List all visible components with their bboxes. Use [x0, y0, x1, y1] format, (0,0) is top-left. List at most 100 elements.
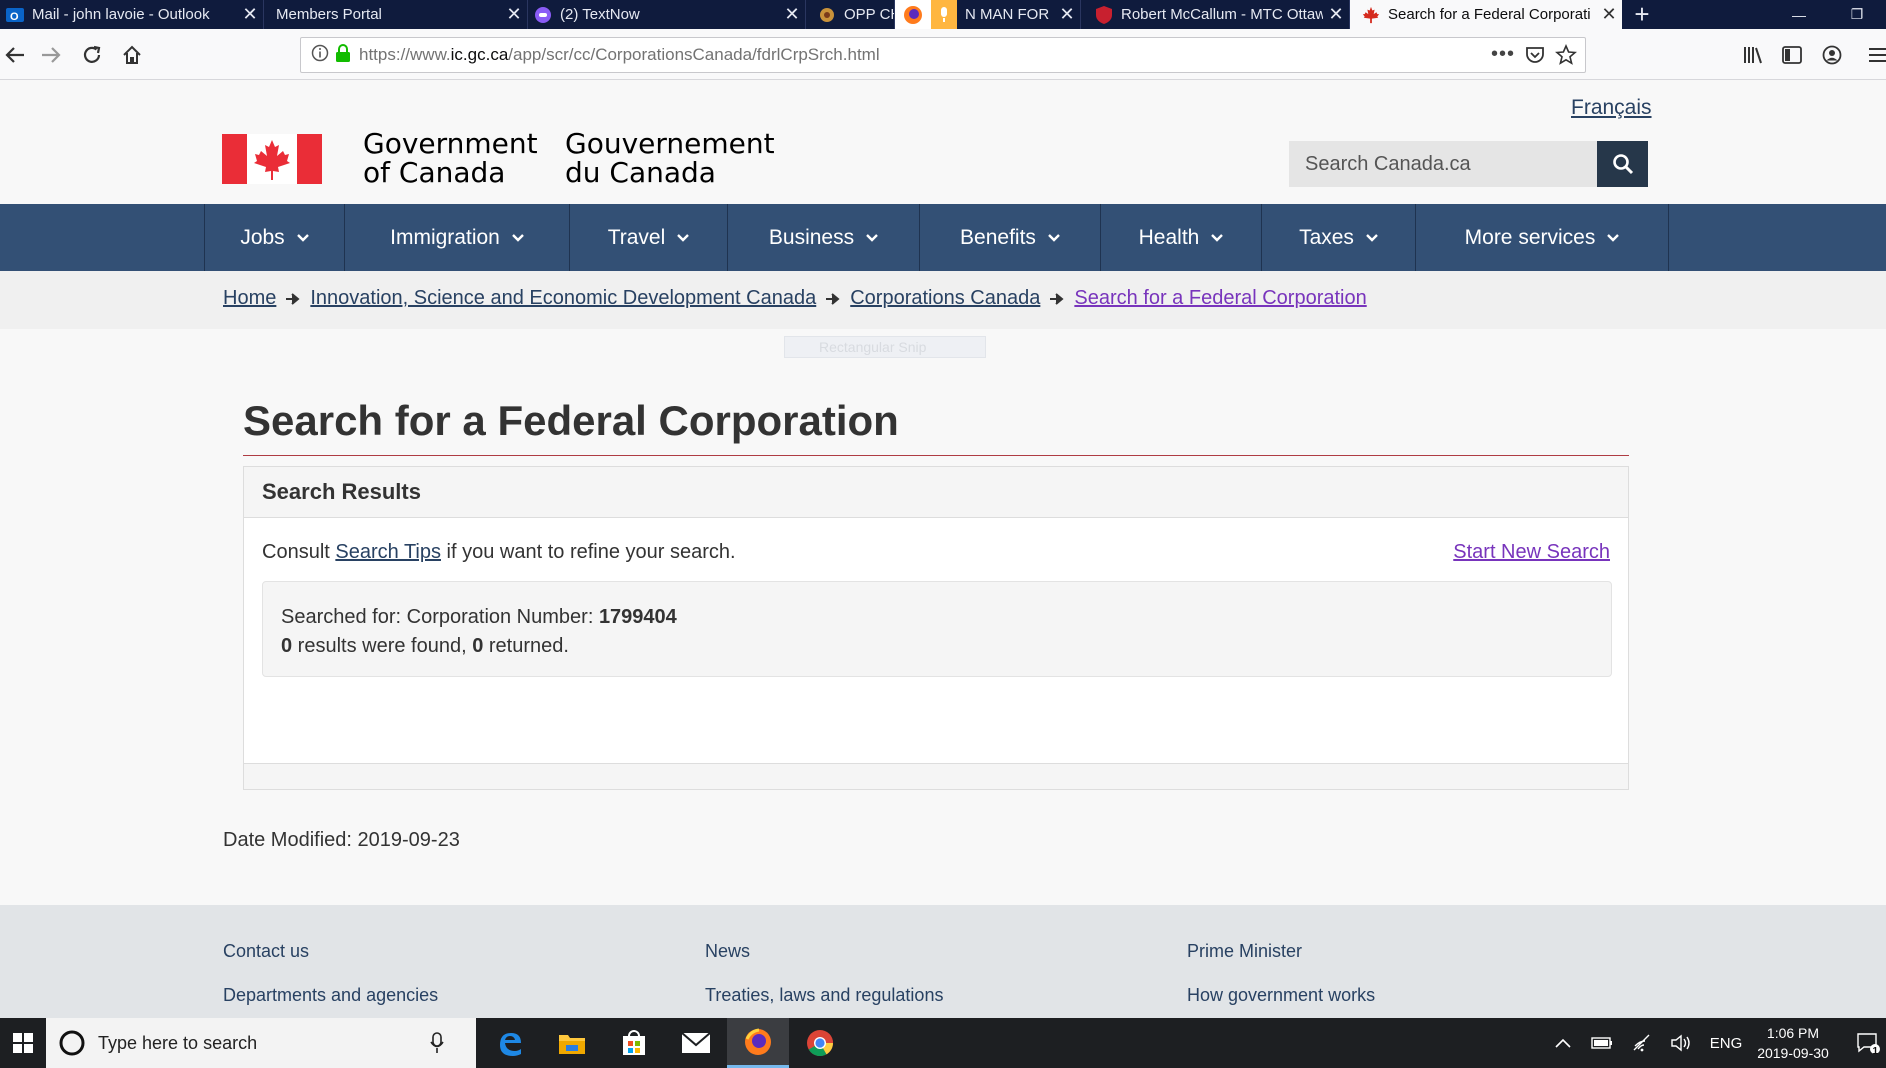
menu-label: Travel [607, 225, 666, 249]
breadcrumb-link-home[interactable]: Home [223, 287, 276, 310]
main-menu: Jobs Immigration Travel Business Benefit… [0, 204, 1886, 271]
edge-icon [500, 1033, 521, 1056]
forward-button[interactable] [36, 40, 66, 70]
menu-item-immigration[interactable]: Immigration [345, 204, 570, 271]
start-new-search-link[interactable]: Start New Search [1453, 541, 1610, 564]
show-hidden-icons[interactable] [1548, 1018, 1578, 1068]
firefox-icon [745, 1028, 771, 1055]
close-icon[interactable]: ✕ [501, 4, 527, 25]
tab-title: N MAN FOR [965, 6, 1050, 23]
search-canada-input[interactable] [1289, 141, 1597, 187]
new-tab-button[interactable]: + [1622, 0, 1662, 29]
battery-status[interactable] [1587, 1018, 1617, 1068]
menu-label: Health [1138, 225, 1200, 249]
menu-item-business[interactable]: Business [728, 204, 920, 271]
menu-item-taxes[interactable]: Taxes [1262, 204, 1416, 271]
menu-item-benefits[interactable]: Benefits [920, 204, 1101, 271]
chrome-app[interactable] [789, 1018, 851, 1068]
tab-robert-mccallum[interactable]: Robert McCallum - MTC Ottaw ✕ [1081, 0, 1350, 29]
tab-man-for[interactable]: N MAN FOR ✕ [895, 0, 1081, 29]
tab-members-portal[interactable]: Members Portal ✕ [264, 0, 528, 29]
footer-link-treaties[interactable]: Treaties, laws and regulations [705, 985, 943, 1006]
close-icon[interactable]: ✕ [1596, 4, 1622, 25]
footer-link-prime-minister[interactable]: Prime Minister [1187, 941, 1302, 962]
wordmark-fr-line1: Gouvernement [565, 127, 775, 160]
close-icon[interactable]: ✕ [779, 4, 805, 25]
start-button[interactable] [0, 1018, 46, 1068]
menu-label: Immigration [390, 225, 500, 249]
account-button[interactable] [1817, 40, 1847, 70]
footer-link-how-government-works[interactable]: How government works [1187, 985, 1375, 1006]
url-text[interactable]: https://www.ic.gc.ca/app/scr/cc/Corporat… [359, 45, 880, 65]
close-icon[interactable]: ✕ [1323, 4, 1349, 25]
back-button[interactable] [0, 40, 30, 70]
firefox-app[interactable] [727, 1018, 789, 1068]
clock-date: 2019-09-30 [1757, 1045, 1829, 1061]
menu-item-jobs[interactable]: Jobs [205, 204, 345, 271]
back-arrow-icon [5, 47, 24, 63]
result-count-line: 0 results were found, 0 returned. [281, 632, 1593, 661]
info-icon[interactable] [311, 44, 329, 67]
wordmark-en-line1: Government [363, 127, 538, 160]
searched-for-label: Searched for: Corporation Number: [281, 606, 599, 628]
language-toggle-link[interactable]: Français [1571, 96, 1652, 120]
taskbar-search[interactable] [46, 1018, 476, 1068]
mail-app[interactable] [665, 1018, 727, 1068]
volume-control[interactable] [1667, 1018, 1697, 1068]
date-modified: Date Modified: 2019-09-23 [223, 829, 460, 851]
restore-icon[interactable]: ❐ [1828, 0, 1886, 29]
tab-textnow[interactable]: (2) TextNow ✕ [528, 0, 806, 29]
input-language[interactable]: ENG [1706, 1018, 1746, 1068]
bookmark-star-icon[interactable] [1555, 43, 1577, 71]
address-bar[interactable]: https://www.ic.gc.ca/app/scr/cc/Corporat… [300, 37, 1586, 73]
notification-count: 1 [1872, 1046, 1878, 1057]
breadcrumb-link-current[interactable]: Search for a Federal Corporation [1074, 287, 1366, 310]
minimize-icon[interactable]: — [1770, 0, 1828, 29]
tab-opp[interactable]: OPP CHA [806, 0, 895, 29]
breadcrumb-link-corporations-canada[interactable]: Corporations Canada [850, 287, 1040, 310]
lock-icon[interactable] [335, 43, 351, 67]
title-divider [243, 455, 1629, 456]
chevron-down-icon [1607, 233, 1620, 242]
pocket-icon[interactable] [1525, 45, 1545, 70]
corporation-number: 1799404 [598, 606, 677, 628]
library-button[interactable] [1738, 40, 1768, 70]
speaker-icon [1671, 1034, 1690, 1052]
footer-link-departments[interactable]: Departments and agencies [223, 985, 438, 1006]
system-clock[interactable]: 1:06 PM 2019-09-30 [1748, 1023, 1838, 1063]
taskbar-search-input[interactable] [98, 1032, 418, 1054]
breadcrumb-link-ised[interactable]: Innovation, Science and Economic Develop… [310, 287, 816, 310]
library-icon [1744, 47, 1762, 64]
file-explorer-app[interactable] [541, 1018, 603, 1068]
menu-button[interactable] [1864, 40, 1886, 70]
results-found-count: 0 [281, 635, 293, 657]
page-actions-icon[interactable]: ••• [1491, 43, 1515, 66]
maple-leaf-icon [1362, 6, 1380, 24]
menu-item-travel[interactable]: Travel [570, 204, 728, 271]
tab-title: Mail - john lavoie - Outlook [32, 6, 210, 23]
tab-outlook[interactable]: O Mail - john lavoie - Outlook ✕ [0, 0, 264, 29]
close-icon[interactable]: ✕ [1054, 4, 1080, 25]
action-center[interactable]: 1 [1850, 1018, 1886, 1068]
footer-link-contact[interactable]: Contact us [223, 941, 309, 962]
wordmark-english: Government of Canada [363, 129, 538, 187]
menu-item-health[interactable]: Health [1101, 204, 1262, 271]
network-status[interactable] [1627, 1018, 1657, 1068]
reload-button[interactable] [77, 40, 107, 70]
sidebar-button[interactable] [1777, 40, 1807, 70]
close-icon[interactable]: ✕ [237, 4, 263, 25]
footer-link-news[interactable]: News [705, 941, 750, 962]
account-icon [1822, 45, 1842, 65]
tab-search-federal-corporation[interactable]: Search for a Federal Corporati ✕ [1350, 0, 1622, 29]
home-button[interactable] [117, 40, 147, 70]
edge-app[interactable] [479, 1018, 541, 1068]
search-tips-link[interactable]: Search Tips [335, 541, 441, 563]
chevron-down-icon [1366, 233, 1378, 242]
menu-item-more-services[interactable]: More services [1416, 204, 1669, 271]
result-summary: Searched for: Corporation Number: 179940… [262, 581, 1612, 677]
textnow-icon [534, 6, 552, 24]
tab-title: Search for a Federal Corporati [1388, 6, 1591, 23]
store-app[interactable] [603, 1018, 665, 1068]
search-button[interactable] [1597, 141, 1648, 187]
consult-suffix: if you want to refine your search. [440, 541, 736, 563]
